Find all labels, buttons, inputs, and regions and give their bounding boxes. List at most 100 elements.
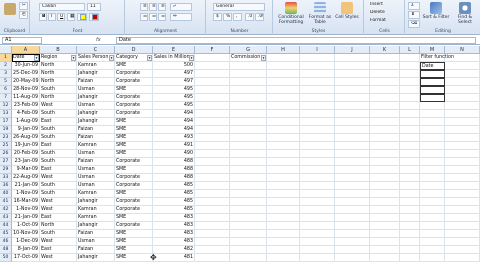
table-cell-person[interactable]: Jahangir [77,110,115,118]
empty-cell[interactable] [445,142,480,150]
delete-button[interactable]: Delete [368,10,402,18]
empty-cell[interactable] [195,190,230,198]
empty-cell[interactable] [400,238,420,246]
table-cell-category[interactable]: SME [115,230,153,238]
table-cell-date[interactable]: 8-Jan-09 [12,246,40,254]
table-cell-date[interactable]: 20-Feb-09 [12,150,40,158]
bold-button[interactable]: B [39,13,47,21]
empty-cell[interactable] [195,238,230,246]
table-cell-category[interactable]: SME [115,118,153,126]
empty-cell[interactable] [370,102,400,110]
header-cell[interactable] [370,54,400,62]
table-cell-category[interactable]: Corporate [115,198,153,206]
empty-cell[interactable] [400,86,420,94]
empty-cell[interactable] [335,94,370,102]
table-cell-date[interactable]: 9-Mar-09 [12,166,40,174]
merge-center-button[interactable]: ⇔ [170,13,192,21]
align-middle-button[interactable]: ≡ [149,3,157,11]
table-cell-sales[interactable]: 493 [153,134,195,142]
header-cell[interactable]: Category ▾ [115,54,153,62]
empty-cell[interactable] [420,238,445,246]
empty-cell[interactable] [445,230,480,238]
empty-cell[interactable] [420,182,445,190]
percent-button[interactable]: % [223,13,232,21]
header-cell[interactable] [445,54,480,62]
empty-cell[interactable] [195,222,230,230]
empty-cell[interactable] [400,206,420,214]
empty-cell[interactable] [230,206,267,214]
empty-cell[interactable] [300,206,335,214]
empty-cell[interactable] [445,166,480,174]
empty-cell[interactable] [370,78,400,86]
table-cell-region[interactable]: South [40,182,77,190]
table-cell-sales[interactable]: 491 [153,142,195,150]
empty-cell[interactable] [230,214,267,222]
table-cell-date[interactable]: 26-Aug-09 [12,134,40,142]
empty-cell[interactable] [445,198,480,206]
table-cell-category[interactable]: SME [115,246,153,254]
header-cell[interactable]: Commission ▾ [230,54,267,62]
header-cell[interactable]: Sales in Millions ▾ [153,54,195,62]
empty-cell[interactable] [335,134,370,142]
empty-cell[interactable] [370,142,400,150]
empty-cell[interactable] [267,70,300,78]
empty-cell[interactable] [335,78,370,86]
table-cell-category[interactable]: SME [115,150,153,158]
empty-cell[interactable] [195,142,230,150]
conditional-formatting-button[interactable]: Conditional Formatting [276,2,306,25]
paste-button[interactable] [2,3,18,16]
empty-cell[interactable] [420,222,445,230]
empty-cell[interactable] [267,126,300,134]
header-cell[interactable] [195,54,230,62]
filter-panel-field[interactable]: Date [420,62,445,70]
row-header[interactable]: 27 [0,158,12,166]
copy-button[interactable]: ⎘ [19,11,28,19]
empty-cell[interactable] [370,214,400,222]
empty-cell[interactable] [230,174,267,182]
empty-cell[interactable] [335,142,370,150]
row-header[interactable]: 44 [0,222,12,230]
row-header[interactable]: 33 [0,174,12,182]
row-header[interactable]: 1 [0,54,12,62]
empty-cell[interactable] [230,222,267,230]
empty-cell[interactable] [370,134,400,142]
table-cell-sales[interactable]: 497 [153,70,195,78]
empty-cell[interactable] [400,174,420,182]
empty-cell[interactable] [230,254,267,262]
row-header[interactable]: 42 [0,206,12,214]
empty-cell[interactable] [195,126,230,134]
table-cell-sales[interactable]: 500 [153,62,195,70]
empty-cell[interactable] [420,166,445,174]
table-cell-category[interactable]: SME [115,62,153,70]
row-header[interactable]: 40 [0,190,12,198]
filter-dropdown-icon[interactable]: ▾ [34,55,39,61]
empty-cell[interactable] [400,134,420,142]
table-cell-category[interactable]: Corporate [115,174,153,182]
table-cell-date[interactable]: 4-Feb-09 [12,110,40,118]
table-cell-person[interactable]: Kamran [77,214,115,222]
table-cell-date[interactable]: 19-Jun-09 [12,142,40,150]
table-cell-region[interactable]: West [40,198,77,206]
empty-cell[interactable] [370,182,400,190]
table-cell-category[interactable]: Corporate [115,182,153,190]
empty-cell[interactable] [445,62,480,70]
table-cell-category[interactable]: SME [115,214,153,222]
empty-cell[interactable] [445,86,480,94]
empty-cell[interactable] [400,214,420,222]
empty-cell[interactable] [400,254,420,262]
table-cell-sales[interactable]: 497 [153,78,195,86]
empty-cell[interactable] [370,70,400,78]
column-header-f[interactable]: F [195,46,230,54]
empty-cell[interactable] [300,254,335,262]
table-cell-region[interactable]: West [40,238,77,246]
cut-button[interactable]: ✂ [19,2,28,10]
empty-cell[interactable] [420,254,445,262]
empty-cell[interactable] [420,150,445,158]
empty-cell[interactable] [300,70,335,78]
empty-cell[interactable] [230,238,267,246]
empty-cell[interactable] [400,198,420,206]
table-cell-region[interactable]: West [40,174,77,182]
find-select-button[interactable]: Find & Select [451,2,479,25]
empty-cell[interactable] [335,222,370,230]
empty-cell[interactable] [420,78,445,86]
